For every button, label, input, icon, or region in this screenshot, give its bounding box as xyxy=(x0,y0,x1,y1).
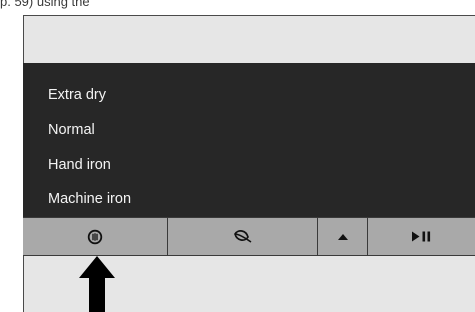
menu-item-normal[interactable]: Normal xyxy=(48,121,95,139)
menu-item-hand-iron[interactable]: Hand iron xyxy=(48,156,111,174)
manual-illustration: p. 59) using the Extra dry Normal Hand i… xyxy=(0,0,475,312)
menu-item-extra-dry[interactable]: Extra dry xyxy=(48,86,106,104)
drying-level-menu: Extra dry Normal Hand iron Machine iron xyxy=(23,63,475,217)
start-pause-button[interactable] xyxy=(368,218,475,255)
drying-level-button[interactable] xyxy=(23,218,168,255)
play-pause-icon xyxy=(411,231,433,242)
eco-button[interactable] xyxy=(168,218,318,255)
menu-item-label: Hand iron xyxy=(48,157,111,173)
pointer-arrow-icon xyxy=(79,256,115,312)
menu-item-machine-iron[interactable]: Machine iron xyxy=(48,190,131,208)
leaf-eco-icon xyxy=(233,229,253,245)
menu-item-label: Machine iron xyxy=(48,191,132,207)
scroll-up-button[interactable] xyxy=(318,218,368,255)
menu-item-label: Normal xyxy=(48,122,95,138)
button-bar xyxy=(23,217,475,256)
menu-item-label: Extra dry xyxy=(48,87,107,103)
triangle-up-icon xyxy=(337,233,349,241)
drying-level-icon xyxy=(87,229,103,245)
caption-text-fragment: p. 59) using the xyxy=(0,0,90,9)
